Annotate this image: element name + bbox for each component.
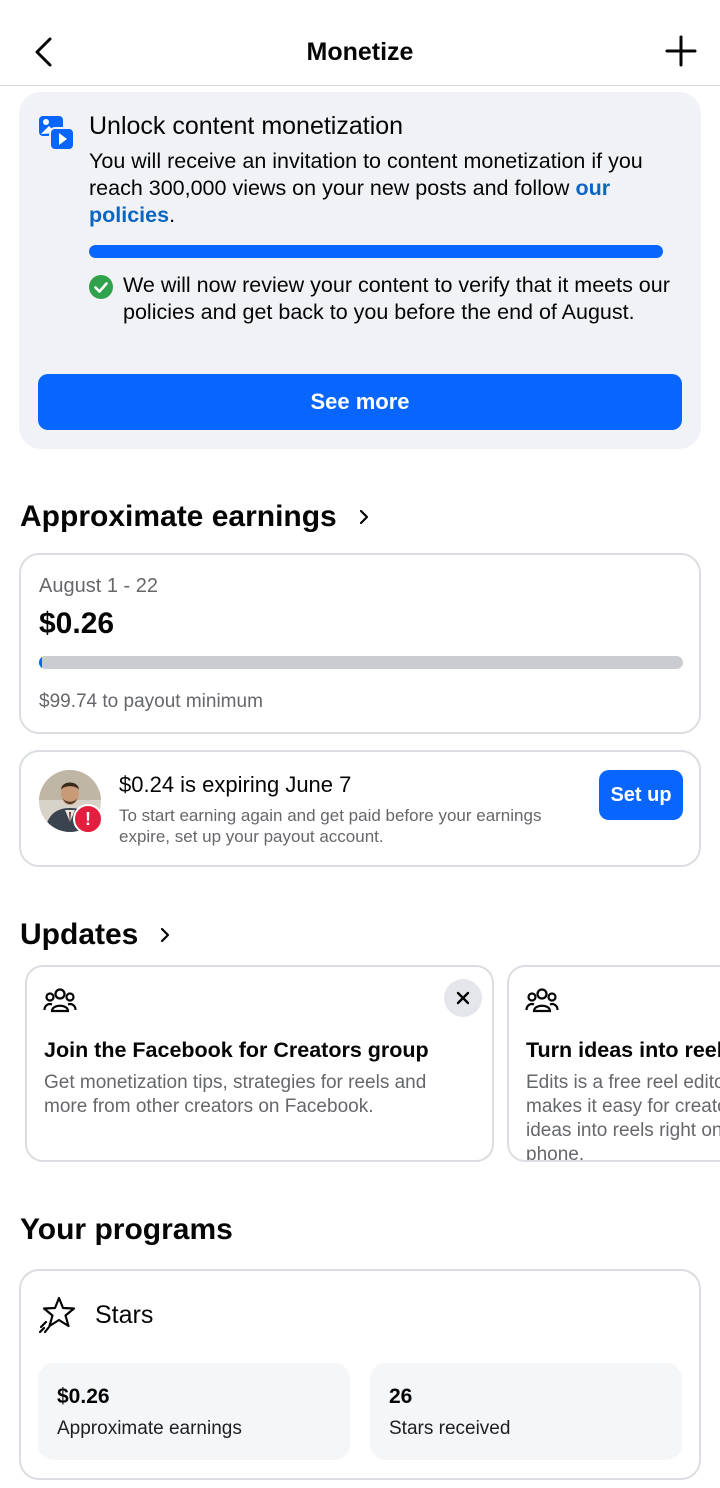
- stat-value: 26: [389, 1385, 413, 1408]
- update-card[interactable]: Join the Facebook for Creators group Get…: [25, 965, 494, 1162]
- close-icon: [456, 991, 470, 1005]
- your-programs-title: Your programs: [20, 1213, 233, 1246]
- expiring-description: To start earning again and get paid befo…: [119, 806, 542, 846]
- update-card-title: Turn ideas into reels: [526, 1038, 720, 1062]
- unlock-monetization-card: Unlock content monetization You will rec…: [19, 92, 701, 449]
- stat-label: Stars received: [389, 1418, 511, 1439]
- group-icon: [43, 988, 77, 1013]
- top-bar: Monetize: [0, 0, 720, 86]
- alert-badge: !: [73, 804, 103, 834]
- views-progress-bar: [89, 245, 663, 258]
- update-card-title: Join the Facebook for Creators group: [44, 1038, 429, 1062]
- stars-icon: [38, 1296, 76, 1334]
- update-card-description: Get monetization tips, strategies for re…: [44, 1072, 427, 1117]
- earnings-date-range: August 1 - 22: [39, 575, 158, 597]
- stars-program-card[interactable]: Stars $0.26 Approximate earnings 26 Star…: [19, 1269, 701, 1480]
- payout-remaining: $99.74 to payout minimum: [39, 691, 263, 712]
- stat-value: $0.26: [57, 1385, 110, 1408]
- earnings-card[interactable]: August 1 - 22 $0.26 $99.74 to payout min…: [19, 553, 701, 734]
- update-card[interactable]: Turn ideas into reels Edits is a free re…: [507, 965, 720, 1162]
- stat-tile: $0.26 Approximate earnings: [38, 1363, 350, 1460]
- group-icon: [525, 988, 559, 1013]
- update-card-description: Edits is a free reel editor that makes i…: [526, 1072, 720, 1162]
- plus-icon[interactable]: [664, 34, 698, 68]
- set-up-button[interactable]: Set up: [599, 770, 683, 820]
- approximate-earnings-header[interactable]: Approximate earnings: [20, 500, 373, 534]
- payout-progress-bar: [39, 656, 683, 669]
- expiring-title: $0.24 is expiring June 7: [119, 772, 352, 797]
- chevron-right-icon: [359, 509, 368, 525]
- content-monetization-icon: [39, 116, 75, 151]
- updates-title: Updates: [20, 918, 139, 951]
- payout-progress-fill: [39, 656, 42, 669]
- expiring-earnings-card: ! $0.24 is expiring June 7 To start earn…: [19, 750, 701, 867]
- check-circle-icon: [89, 275, 113, 299]
- earnings-amount: $0.26: [39, 607, 115, 640]
- stat-label: Approximate earnings: [57, 1418, 242, 1439]
- unlock-description: You will receive an invitation to conten…: [89, 149, 643, 227]
- page-title: Monetize: [306, 38, 414, 66]
- program-name: Stars: [95, 1301, 154, 1329]
- review-note: We will now review your content to verif…: [123, 273, 670, 324]
- unlock-title: Unlock content monetization: [89, 112, 404, 140]
- see-more-button[interactable]: See more: [38, 374, 682, 430]
- stat-tile: 26 Stars received: [370, 1363, 682, 1460]
- dismiss-button[interactable]: [444, 979, 482, 1017]
- chevron-right-icon: [161, 927, 170, 943]
- approximate-earnings-title: Approximate earnings: [20, 500, 337, 533]
- your-programs-header: Your programs: [20, 1213, 233, 1247]
- updates-header[interactable]: Updates: [20, 918, 174, 952]
